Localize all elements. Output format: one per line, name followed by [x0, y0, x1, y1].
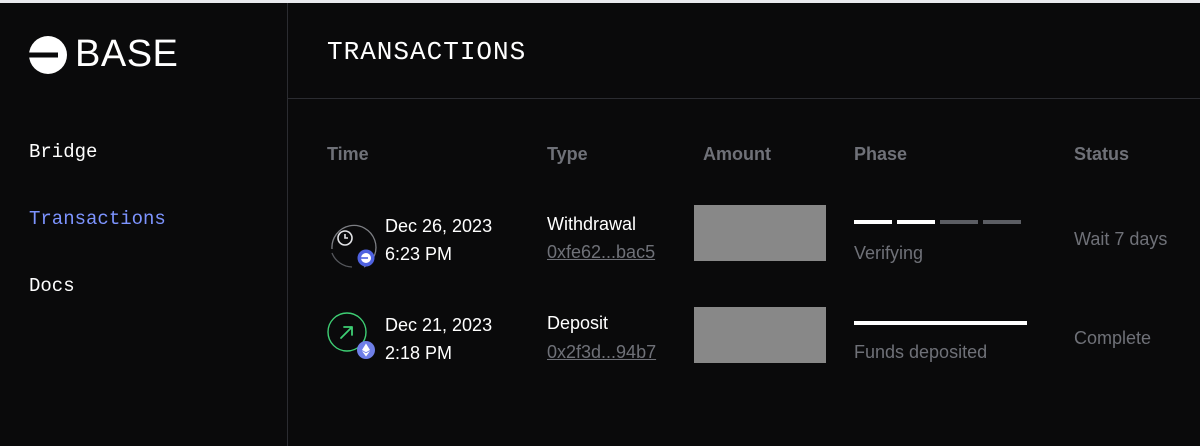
- main-content: TRANSACTIONS Time Type Amount Phase Stat…: [288, 3, 1200, 446]
- column-header-type: Type: [547, 144, 588, 164]
- transaction-type: Withdrawal: [547, 214, 637, 234]
- transaction-hash-link[interactable]: 0x2f3d...94b7: [547, 342, 656, 363]
- phase-label: Verifying: [854, 243, 924, 263]
- amount-redacted: [694, 307, 826, 363]
- sidebar-item-bridge[interactable]: Bridge: [29, 141, 97, 163]
- sidebar-item-docs[interactable]: Docs: [29, 275, 75, 297]
- phase-segment: [897, 220, 935, 224]
- transaction-date: Dec 26, 2023: [385, 216, 493, 236]
- phase-label: Funds deposited: [854, 342, 988, 362]
- column-header-amount: Amount: [703, 144, 771, 164]
- sidebar: BASE Bridge Transactions Docs: [0, 3, 288, 446]
- transaction-time: 6:23 PM: [385, 244, 453, 264]
- clock-icon: [331, 224, 377, 268]
- column-header-time: Time: [327, 144, 369, 164]
- base-badge-icon: [357, 249, 375, 267]
- base-logo-icon: [28, 35, 67, 74]
- amount-redacted: [694, 205, 826, 261]
- brand-name: BASE: [75, 33, 179, 75]
- phase-progress-complete: [854, 321, 1027, 325]
- column-header-phase: Phase: [854, 144, 908, 164]
- transaction-date: Dec 21, 2023: [385, 315, 493, 335]
- header-divider: [288, 98, 1200, 99]
- table-row[interactable]: Dec 26, 2023 6:23 PM Withdrawal 0xfe62..…: [288, 203, 1200, 293]
- phase-segment: [940, 220, 978, 224]
- status-text: Wait 7 days: [1074, 229, 1168, 249]
- status-text: Complete: [1074, 328, 1152, 348]
- column-header-status: Status: [1074, 144, 1130, 164]
- table-row[interactable]: Dec 21, 2023 2:18 PM Deposit 0x2f3d...94…: [288, 302, 1200, 392]
- page-title: TRANSACTIONS: [327, 37, 527, 67]
- sidebar-item-transactions[interactable]: Transactions: [29, 208, 166, 230]
- phase-segment: [854, 220, 892, 224]
- arrow-up-right-icon: [327, 312, 375, 359]
- transaction-type: Deposit: [547, 313, 609, 333]
- brand-logo[interactable]: BASE: [28, 33, 178, 76]
- phase-segment: [983, 220, 1021, 224]
- transaction-hash-link[interactable]: 0xfe62...bac5: [547, 242, 655, 263]
- ethereum-badge-icon: [357, 341, 375, 359]
- transaction-time: 2:18 PM: [385, 343, 453, 363]
- phase-progress: [854, 220, 1021, 224]
